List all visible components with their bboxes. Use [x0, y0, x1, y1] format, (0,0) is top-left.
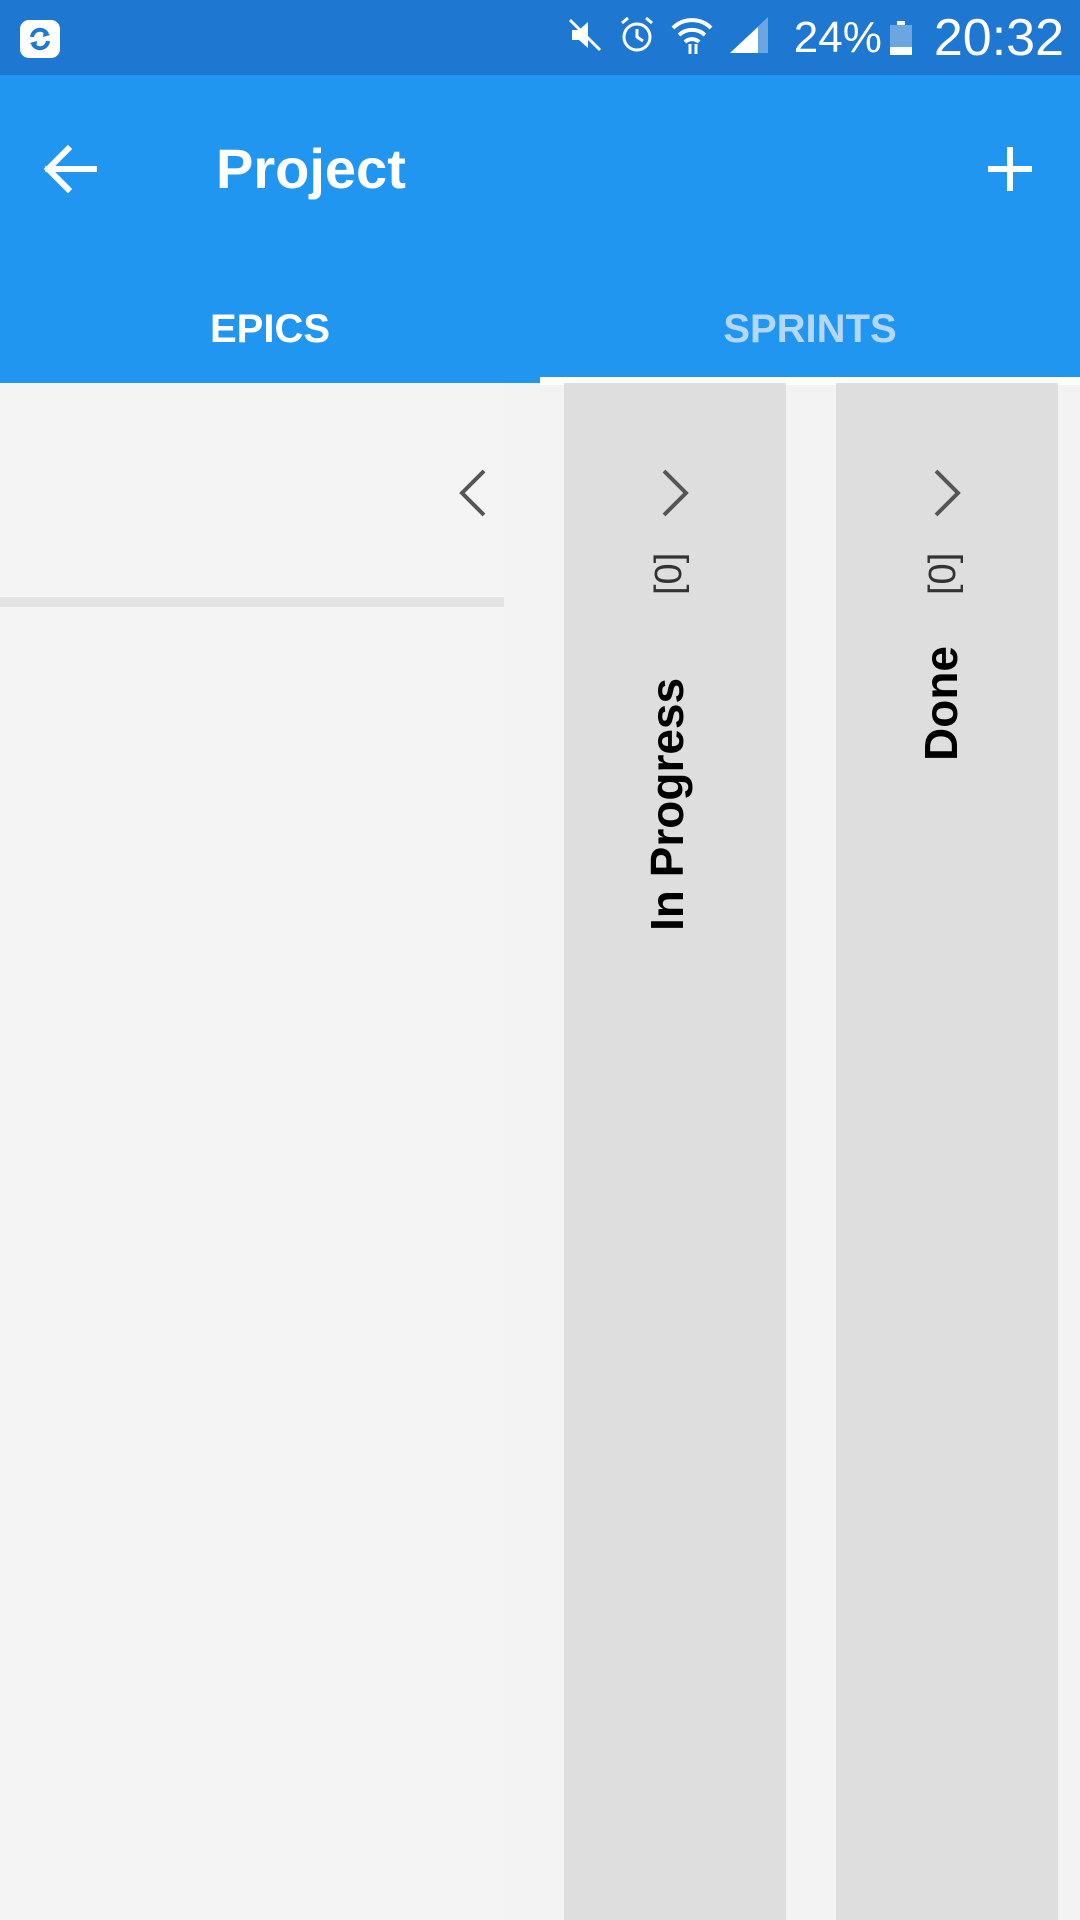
chevron-right-icon[interactable]: [924, 463, 968, 523]
board-column-backlog: [0, 383, 504, 1920]
column-name: Done: [915, 646, 967, 761]
app-bar: Project EPICS SPRINTS: [0, 75, 1080, 385]
column-count: [0]: [648, 552, 690, 595]
column-name: In Progress: [641, 677, 693, 931]
status-bar: 24% 20:32: [0, 0, 1080, 75]
arrow-left-icon: [43, 144, 97, 194]
board-column-in-progress: [0]: [564, 383, 786, 1920]
divider: [0, 597, 504, 607]
add-button[interactable]: [970, 129, 1050, 209]
clock: 20:32: [933, 8, 1064, 67]
plus-icon: [988, 147, 1032, 191]
chevron-left-icon[interactable]: [452, 463, 496, 523]
column-label-in-progress[interactable]: In Progress: [640, 678, 694, 931]
tab-epics[interactable]: EPICS: [0, 275, 540, 383]
chevron-right-icon[interactable]: [652, 463, 696, 523]
signal-icon: [728, 15, 770, 60]
column-count: [0]: [922, 552, 964, 595]
board-column-done: [836, 383, 1058, 1920]
sprint-board: [0] In Progress [0] Done [0]: [0, 383, 1080, 1920]
wifi-icon: [670, 14, 714, 61]
mute-icon: [566, 16, 604, 59]
tab-sprints[interactable]: SPRINTS: [540, 275, 1080, 383]
screen: 24% 20:32 Project EPICS SPRINTS In Progr…: [0, 0, 1080, 1920]
alarm-icon: [618, 15, 656, 60]
battery-percent: 24%: [793, 12, 882, 62]
back-button[interactable]: [30, 129, 110, 209]
column-label-in-progress-count: [0]: [648, 553, 691, 595]
sync-app-icon: [20, 20, 60, 58]
page-title: Project: [216, 137, 406, 200]
column-label-done[interactable]: Done: [914, 646, 968, 761]
battery-icon: [889, 20, 912, 55]
column-label-done-count: [0]: [922, 553, 965, 595]
